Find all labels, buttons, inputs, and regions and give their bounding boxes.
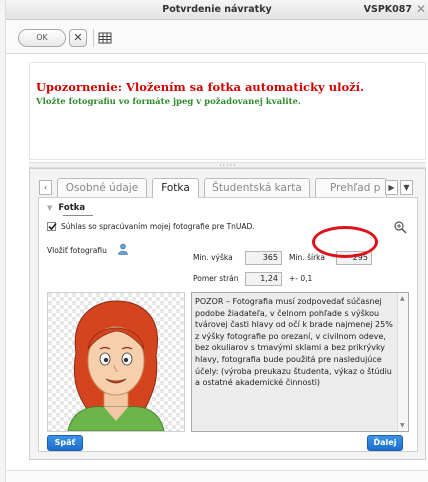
checkmark-icon: [48, 222, 57, 230]
upload-photo-icon[interactable]: [117, 243, 129, 255]
upload-label: Vložiť fotografiu: [47, 246, 107, 255]
consent-label: Súhlas so spracúvaním mojej fotografie p…: [61, 222, 255, 231]
consent-checkbox[interactable]: [47, 221, 57, 231]
min-height-value: 365: [245, 251, 282, 265]
section-header[interactable]: ▼ Fotka: [47, 203, 93, 216]
ok-button[interactable]: OK: [18, 29, 66, 47]
section-underline: [63, 215, 93, 216]
table-icon[interactable]: [98, 31, 112, 45]
photo-requirements-text[interactable]: POZOR – Fotografia musí zodpovedať súčas…: [191, 292, 409, 432]
main-panel: ‹ Osobné údaje Fotka Študentská karta Pr…: [29, 168, 426, 460]
tab-scroll-left-icon[interactable]: ‹: [39, 180, 52, 195]
toolbar: OK ✕: [6, 20, 428, 54]
consent-row[interactable]: Súhlas so spracúvaním mojej fotografie p…: [47, 221, 255, 232]
warning-title: Upozornenie: Vložením sa fotka automatic…: [36, 80, 365, 94]
warning-subtitle: Vložte fotografiu vo formáte jpeg v poža…: [36, 97, 301, 107]
photo-preview[interactable]: [47, 292, 185, 432]
highlight-ring: [312, 226, 378, 258]
scroll-down-icon[interactable]: ▼: [400, 422, 405, 429]
notice-scrollbar[interactable]: ▲ ▼: [397, 293, 408, 431]
section-title: Fotka: [58, 203, 86, 213]
notice-text: POZOR – Fotografia musí zodpovedať súčas…: [195, 297, 393, 388]
ratio-tolerance: +- 0,1: [289, 274, 313, 283]
collapse-icon[interactable]: ▼: [47, 204, 52, 212]
tab-osobne-udaje[interactable]: Osobné údaje: [57, 178, 147, 197]
left-edge: [0, 0, 6, 482]
tab-fotka[interactable]: Fotka: [152, 178, 199, 198]
window-titlebar: Potvrdenie návratky VSPK087 ✕: [6, 0, 428, 20]
close-icon[interactable]: ✕: [416, 2, 426, 16]
ratio-label: Pomer strán: [193, 274, 239, 283]
ratio-value: 1,24: [245, 272, 282, 286]
window-code: VSPK087: [363, 4, 412, 15]
cancel-button[interactable]: ✕: [69, 29, 87, 47]
scroll-up-icon[interactable]: ▲: [400, 295, 405, 302]
warning-panel: Upozornenie: Vložením sa fotka automatic…: [29, 62, 426, 160]
back-button[interactable]: Späť: [47, 435, 83, 451]
tab-prehlad[interactable]: Prehľad p: [315, 178, 387, 197]
min-width-label: Min. šírka: [289, 253, 325, 262]
next-button[interactable]: Ďalej: [367, 435, 403, 451]
min-height-label: Min. výška: [193, 253, 233, 262]
zoom-in-icon[interactable]: [393, 220, 407, 234]
toolbar-divider: [93, 29, 94, 47]
avatar: [48, 293, 184, 432]
tab-studentska-karta[interactable]: Študentská karta: [204, 178, 310, 197]
tab-menu-icon[interactable]: ▼: [400, 180, 413, 195]
bottom-edge: [6, 470, 428, 482]
tab-scroll-right-icon[interactable]: ▶: [385, 180, 398, 195]
